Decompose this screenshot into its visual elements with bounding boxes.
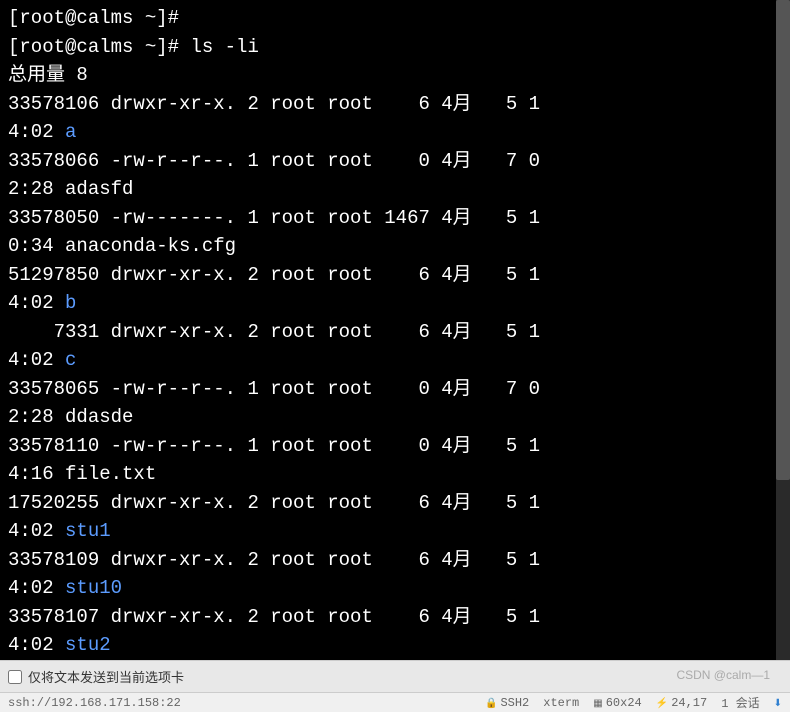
terminal-icon [593,696,602,710]
prompt-empty: [root@calms ~]# [8,7,190,29]
lock-icon [485,696,497,710]
status-download[interactable] [774,696,782,710]
scrollbar-track[interactable] [776,0,790,660]
status-size: 60x24 [593,696,641,710]
status-bar: ssh://192.168.171.158:22 SSH2 xterm 60x2… [0,692,790,712]
download-icon [774,696,782,710]
send-text-label: 仅将文本发送到当前选项卡 [28,667,184,686]
send-text-option-row: 仅将文本发送到当前选项卡 [0,660,790,692]
dir-name: stu1 [65,520,111,542]
dir-name: stu10 [65,577,122,599]
prompt-cmd: [root@calms ~]# [8,36,190,58]
dir-name: c [65,349,76,371]
watermark: CSDN @calm—1 [676,668,770,682]
status-ssh2: SSH2 [485,696,529,710]
status-ssh: ssh://192.168.171.158:22 [8,696,181,710]
lightning-icon [656,696,668,710]
scrollbar-thumb[interactable] [776,0,790,480]
dir-name: stu2 [65,634,111,656]
status-session: 1 会话 [721,694,759,711]
total-line: 总用量 8 [8,64,88,86]
file-listing: 33578106 drwxr-xr-x. 2 root root 6 4月 5 … [8,90,782,661]
terminal-output[interactable]: [root@calms ~]# [root@calms ~]# ls -li 总… [0,0,790,660]
status-xterm: xterm [543,696,579,710]
status-pos: 24,17 [656,696,707,710]
send-text-checkbox[interactable] [8,670,22,684]
dir-name: b [65,292,76,314]
dir-name: a [65,121,76,143]
command-text: ls -li [190,36,258,58]
